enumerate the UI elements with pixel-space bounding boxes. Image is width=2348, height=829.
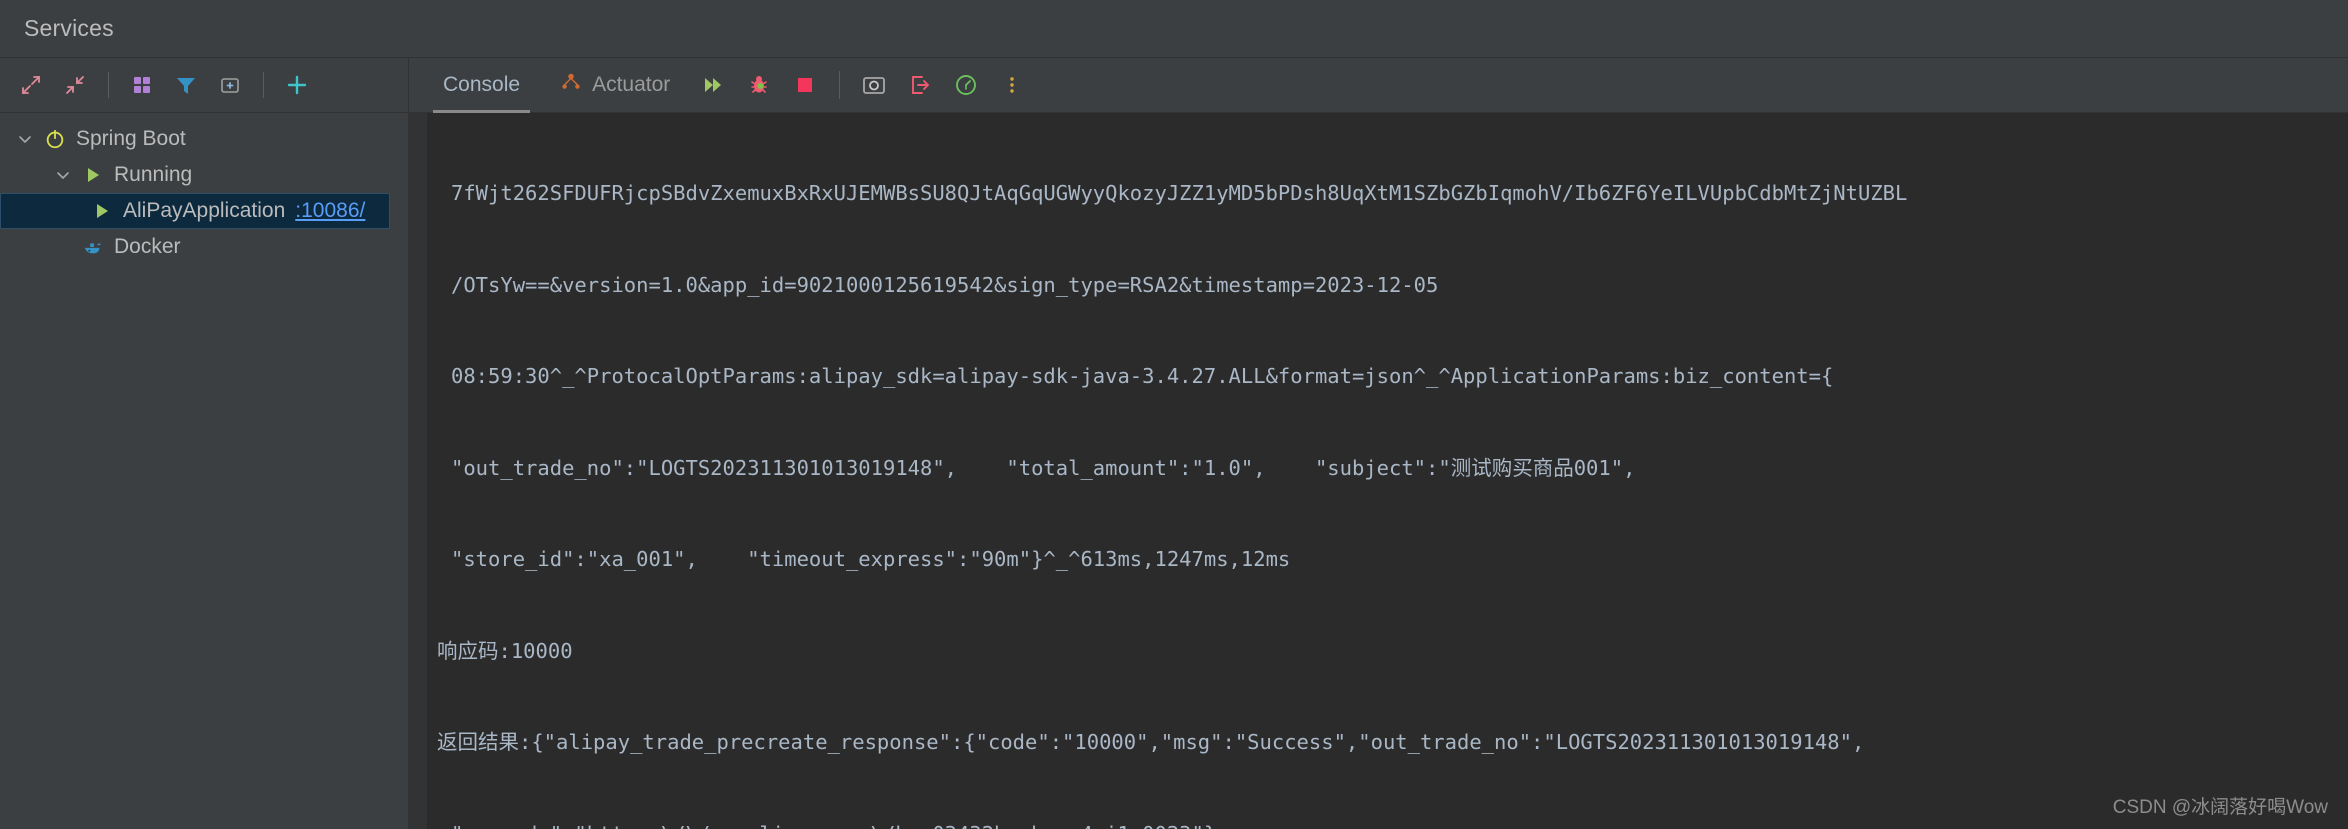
group-by-icon[interactable] [123,66,161,104]
console-line: 08:59:30^_^ProtocalOptParams:alipay_sdk=… [451,364,1834,388]
tree-label-docker: Docker [114,235,181,258]
tree-node-alipayapplication[interactable]: AliPayApplication :10086/ [0,193,390,229]
actuator-icon [560,71,582,99]
console-line: "store_id":"xa_001", "timeout_express":"… [451,547,1291,571]
stop-icon[interactable] [784,64,826,106]
console-line: 响应码:10000 [437,638,573,663]
console-text[interactable]: 7fWjt262SFDUFRjcpSBdvZxemuxBxRxUJEMWBsSU… [427,113,2348,829]
toolbar-separator-2 [263,72,264,98]
tree-label-alipayapplication: AliPayApplication [123,199,286,222]
console-toolbar-separator [839,71,841,99]
tab-actuator-label: Actuator [592,73,671,96]
tool-window-header: Services [0,0,2348,58]
console-line: 7fWjt262SFDUFRjcpSBdvZxemuxBxRxUJEMWBsSU… [451,181,1908,205]
run-icon [78,165,108,185]
more-vertical-icon[interactable] [991,64,1033,106]
services-tree[interactable]: Spring Boot Running AliPayApplication:1… [0,113,408,829]
tree-node-docker[interactable]: Docker [0,229,408,265]
rerun-icon[interactable] [692,64,734,106]
debug-icon[interactable] [738,64,780,106]
console-line: /OTsYw==&version=1.0&app_id=902100012561… [451,272,1439,297]
console-output[interactable]: 7fWjt262SFDUFRjcpSBdvZxemuxBxRxUJEMWBsSU… [409,113,2348,829]
console-area: Console Actuator 7fWjt262SFDUFRjcpSBdvZx… [409,58,2348,829]
collapse-all-icon[interactable] [56,66,94,104]
tree-node-running[interactable]: Running [0,157,408,193]
gauge-icon[interactable] [945,64,987,106]
console-line: "qr_code":"https:\/\/qr.alipay.com\/bax0… [427,819,2348,829]
console-line: "out_trade_no":"LOGTS202311301013019148"… [451,455,1636,480]
tab-console-label: Console [443,73,521,96]
services-panel: Spring Boot Running AliPayApplication:1… [0,58,409,829]
tree-label-running: Running [114,163,193,186]
tab-actuator[interactable]: Actuator [542,58,688,113]
toolbar-separator [108,72,109,98]
run-icon-alipay [87,201,117,221]
docker-icon [78,236,108,258]
chevron-down-icon-running[interactable] [48,167,78,183]
tree-link-port[interactable]: :10086/ [295,199,365,223]
tree-node-spring-boot[interactable]: Spring Boot [0,121,408,157]
watermark: CSDN @冰阔落好喝Wow [2112,797,2328,818]
spring-boot-icon [40,128,70,150]
body-row: Spring Boot Running AliPayApplication:1… [0,58,2348,829]
console-line: 返回结果:{"alipay_trade_precreate_response":… [437,730,1865,754]
console-toolbar: Console Actuator [409,58,2348,113]
chevron-down-icon[interactable] [10,131,40,147]
add-tab-icon[interactable] [211,66,249,104]
camera-icon[interactable] [853,64,895,106]
add-icon[interactable] [278,66,316,104]
console-gutter [409,113,427,829]
services-toolbar [0,58,408,113]
services-tool-window: Services Spring Boot Running AliPayAppli… [0,0,2348,829]
tree-label-spring-boot: Spring Boot [76,127,186,150]
filter-icon[interactable] [167,66,205,104]
export-icon[interactable] [899,64,941,106]
page-title: Services [24,15,114,41]
tab-console[interactable]: Console [425,58,538,113]
expand-all-icon[interactable] [12,66,50,104]
